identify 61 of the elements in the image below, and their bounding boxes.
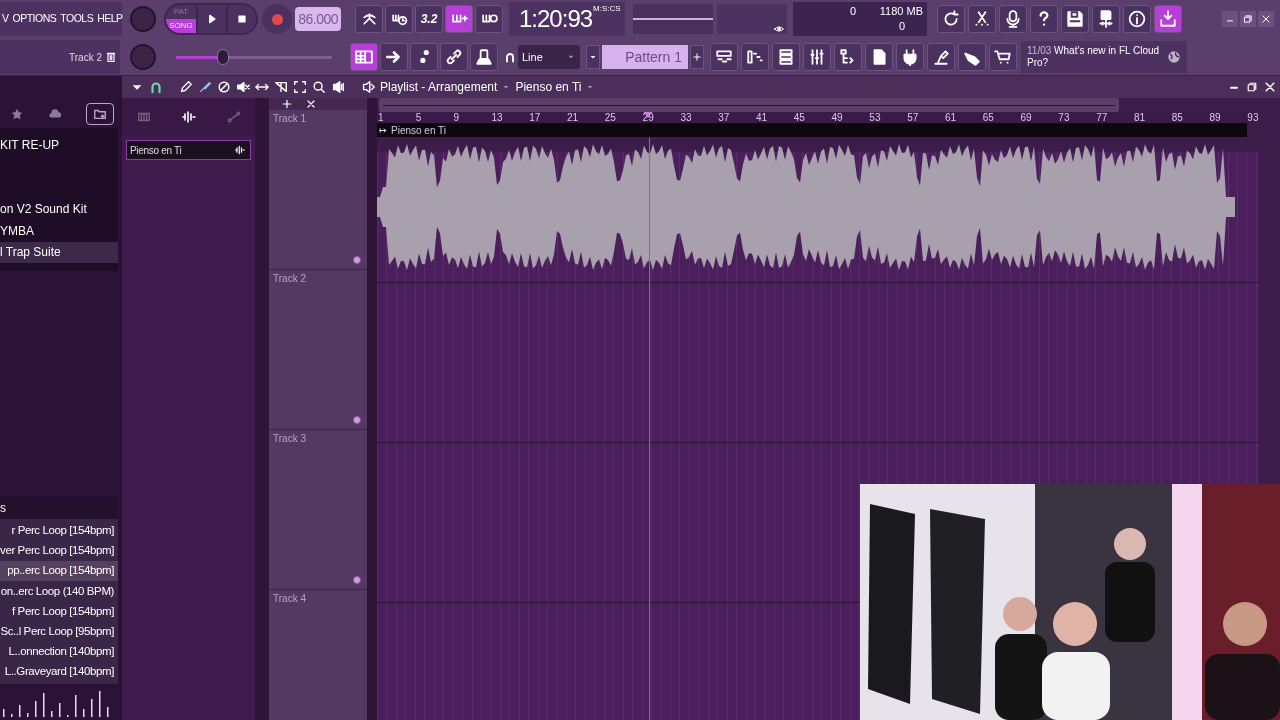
bar-number: 1 [377,112,385,123]
bar-number: 85 [1170,112,1184,123]
song-time: 1:20:93 [519,4,593,34]
toolbar-button[interactable]: 3.2 [415,5,443,33]
bar-number: 89 [1208,112,1222,123]
bar-number: 17 [528,112,542,123]
arrangement-name[interactable]: Pienso en Ti [515,78,582,96]
bar-number: 57 [906,112,920,123]
news-text[interactable]: 11/03 What’s new in FL Cloud Pro? [1027,45,1163,69]
menu-item[interactable]: HELP [97,11,123,27]
bar-number: 45 [792,112,806,123]
browser-file[interactable]: ver Perc Loop [154bpm] [0,540,118,561]
memory-reading: 1180 MB [878,4,923,19]
bar-number: 61 [943,112,958,123]
time-unit: M:S:CS [593,4,621,13]
snap-dropdown[interactable]: Line [518,45,580,69]
bar-number: 53 [868,112,882,123]
bar-number: 65 [981,112,995,123]
browser-file[interactable]: L..Graveyard [140bpm] [0,661,118,682]
mode-toggle[interactable]: SONG [166,19,196,33]
polyphony-reading: 0 [897,19,906,34]
track-name[interactable]: Track 1 [273,111,306,126]
browser-file[interactable]: L..onnection [140bpm] [0,641,118,662]
bar-number: 33 [679,112,693,123]
window-title: Playlist - Arrangement [380,79,498,96]
bar-number: 77 [1095,112,1109,123]
browser-file[interactable]: pp..erc Loop [154bpm] [0,560,118,582]
pattern-selector[interactable]: Pattern 1 [602,45,688,69]
browser-item[interactable]: YMBA [0,220,118,242]
bar-number: 5 [414,112,423,123]
bar-number: 37 [717,112,731,123]
bar-number: 93 [1246,112,1259,123]
track-name[interactable]: Track 2 [273,271,306,286]
clip-name: Pienso en Ti [391,123,447,138]
browser-item[interactable]: KIT RE-UP [0,134,118,156]
menu-item[interactable]: TOOLS [60,11,94,27]
bar-number: 41 [754,112,769,123]
menu-item[interactable]: OPTIONS [12,11,57,27]
cpu-reading: 0 [848,4,857,19]
bar-number: 81 [1132,112,1147,123]
bar-number: 25 [603,112,617,123]
track-name[interactable]: Track 3 [273,431,306,446]
folder-label: s [0,499,6,517]
browser-file[interactable]: Sc..l Perc Loop [95bpm] [0,621,118,642]
audio-clip[interactable]: Pienso en Ti [377,123,1247,283]
news-panel[interactable]: 11/03 What’s new in FL Cloud Pro? [1021,41,1187,73]
channel-item[interactable]: Pienso en Ti [126,140,251,160]
bar-number: 21 [566,112,580,123]
bar-number: 9 [452,112,461,123]
browser-file[interactable]: on..erc Loop (140 BPM) [0,581,118,602]
browser-file[interactable]: r Perc Loop [154bpm] [0,520,118,541]
bar-number: 69 [1019,112,1033,123]
menu-item[interactable]: V [2,11,9,27]
browser-file[interactable]: f Perc Loop [154bpm] [0,601,118,622]
browser-item[interactable]: l Trap Suite [0,241,118,263]
bar-number: 13 [490,112,504,123]
browser-item[interactable]: on V2 Sound Kit [0,198,118,220]
bar-number: 73 [1057,112,1071,123]
track-label: Track 2 [69,50,102,65]
bar-number: 49 [830,112,844,123]
track-name[interactable]: Track 4 [273,591,306,606]
